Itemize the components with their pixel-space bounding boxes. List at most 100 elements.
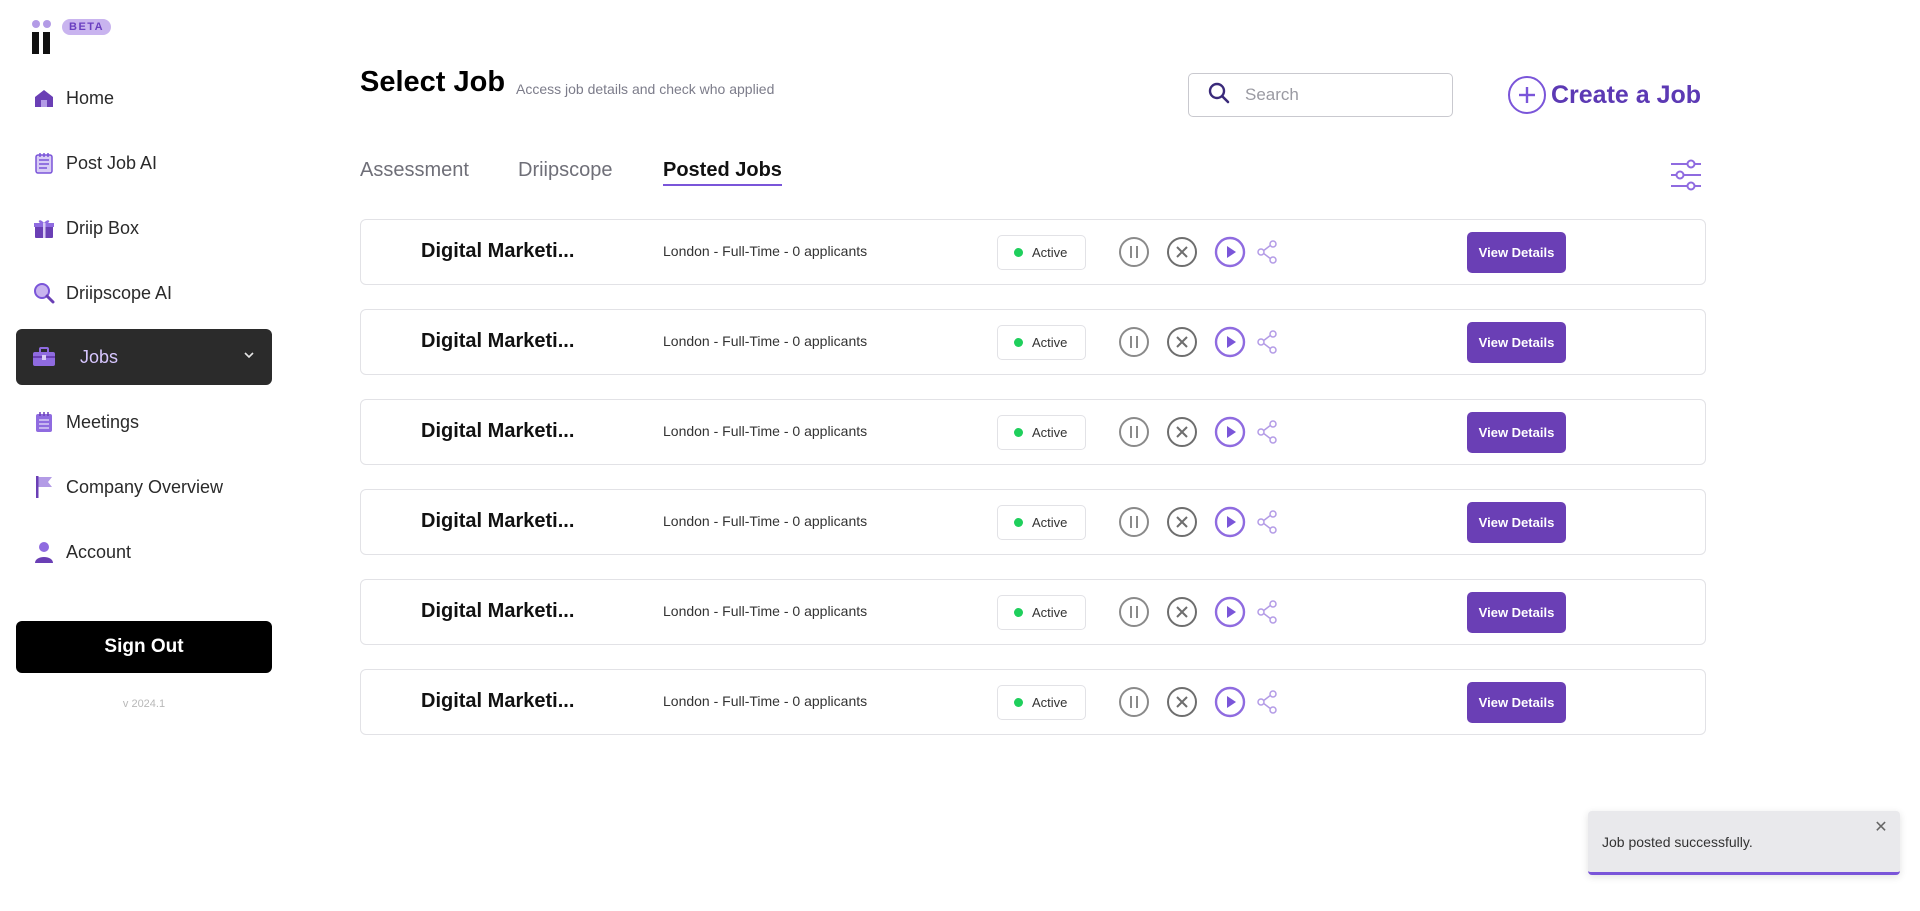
job-title[interactable]: Digital Marketi... — [421, 600, 574, 623]
sidebar-item-post-job-ai[interactable]: Post Job AI — [16, 135, 272, 191]
pause-icon[interactable] — [1117, 685, 1151, 719]
sidebar-item-company-overview[interactable]: Company Overview — [16, 459, 272, 515]
play-icon[interactable] — [1213, 685, 1247, 719]
pause-icon[interactable] — [1117, 235, 1151, 269]
cancel-circle-icon[interactable] — [1165, 505, 1199, 539]
job-row: Digital Marketi... London - Full-Time - … — [360, 579, 1706, 645]
view-details-button[interactable]: View Details — [1467, 232, 1566, 273]
job-list: Digital Marketi... London - Full-Time - … — [360, 219, 1706, 759]
status-badge: Active — [997, 685, 1086, 720]
job-title[interactable]: Digital Marketi... — [421, 330, 574, 353]
job-meta: London - Full-Time - 0 applicants — [663, 423, 868, 439]
job-title[interactable]: Digital Marketi... — [421, 690, 574, 713]
sidebar-item-label: Account — [66, 541, 132, 562]
close-icon[interactable]: ✕ — [1872, 817, 1890, 836]
play-icon[interactable] — [1213, 505, 1247, 539]
calendar-icon — [32, 410, 56, 434]
pause-icon[interactable] — [1117, 505, 1151, 539]
toast-notification: Job posted successfully. ✕ — [1588, 811, 1900, 875]
sidebar-item-label: Home — [66, 87, 115, 108]
create-job-label: Create a Job — [1551, 80, 1702, 109]
cancel-circle-icon[interactable] — [1165, 595, 1199, 629]
status-badge: Active — [997, 325, 1086, 360]
share-icon[interactable] — [1255, 235, 1279, 269]
logo-mark-icon — [32, 18, 56, 54]
cancel-circle-icon[interactable] — [1165, 685, 1199, 719]
status-dot-icon — [1014, 428, 1023, 437]
pause-icon[interactable] — [1117, 325, 1151, 359]
logo[interactable]: BETA — [32, 18, 112, 58]
notepad-icon — [32, 151, 56, 175]
cancel-circle-icon[interactable] — [1165, 325, 1199, 359]
status-dot-icon — [1014, 248, 1023, 257]
job-meta: London - Full-Time - 0 applicants — [663, 693, 868, 709]
view-details-button[interactable]: View Details — [1467, 682, 1566, 723]
search-icon — [1207, 81, 1231, 110]
job-row: Digital Marketi... London - Full-Time - … — [360, 669, 1706, 735]
filter-sliders-icon[interactable] — [1669, 158, 1703, 192]
status-label: Active — [1032, 425, 1068, 440]
play-icon[interactable] — [1213, 415, 1247, 449]
sidebar-item-label: Meetings — [66, 411, 140, 432]
share-icon[interactable] — [1255, 505, 1279, 539]
search-input[interactable] — [1245, 85, 1435, 105]
view-details-button[interactable]: View Details — [1467, 412, 1566, 453]
view-details-button[interactable]: View Details — [1467, 322, 1566, 363]
page-subtitle: Access job details and check who applied — [516, 81, 775, 97]
sidebar-item-meetings[interactable]: Meetings — [16, 394, 272, 450]
create-job-button[interactable]: Create a Job — [1508, 74, 1701, 116]
sidebar-item-driipscope-ai[interactable]: Driipscope AI — [16, 265, 272, 321]
toast-message: Job posted successfully. — [1602, 834, 1753, 850]
chevron-down-icon[interactable] — [244, 347, 254, 362]
flag-icon — [32, 475, 56, 499]
sidebar-item-account[interactable]: Account — [16, 524, 272, 580]
job-title[interactable]: Digital Marketi... — [421, 510, 574, 533]
sidebar-item-driip-box[interactable]: Driip Box — [16, 200, 272, 256]
share-icon[interactable] — [1255, 595, 1279, 629]
share-icon[interactable] — [1255, 415, 1279, 449]
sidebar-item-label: Company Overview — [66, 476, 224, 497]
sidebar-item-label: Jobs — [80, 346, 119, 367]
pause-icon[interactable] — [1117, 595, 1151, 629]
play-icon[interactable] — [1213, 235, 1247, 269]
tab-posted-jobs[interactable]: Posted Jobs — [663, 159, 782, 186]
cancel-circle-icon[interactable] — [1165, 235, 1199, 269]
page-title: Select Job — [360, 66, 506, 98]
job-title[interactable]: Digital Marketi... — [421, 240, 574, 263]
share-icon[interactable] — [1255, 685, 1279, 719]
briefcase-icon — [32, 345, 56, 369]
job-row: Digital Marketi... London - Full-Time - … — [360, 489, 1706, 555]
job-title[interactable]: Digital Marketi... — [421, 420, 574, 443]
status-badge: Active — [997, 595, 1086, 630]
status-badge: Active — [997, 505, 1086, 540]
sign-out-button[interactable]: Sign Out — [16, 621, 272, 673]
job-meta: London - Full-Time - 0 applicants — [663, 603, 868, 619]
status-dot-icon — [1014, 518, 1023, 527]
status-dot-icon — [1014, 608, 1023, 617]
play-icon[interactable] — [1213, 595, 1247, 629]
sidebar: BETA Home Post Job AI Driip Box Driipsco… — [0, 0, 290, 911]
status-label: Active — [1032, 335, 1068, 350]
cancel-circle-icon[interactable] — [1165, 415, 1199, 449]
view-details-button[interactable]: View Details — [1467, 592, 1566, 633]
status-dot-icon — [1014, 338, 1023, 347]
share-icon[interactable] — [1255, 325, 1279, 359]
status-badge: Active — [997, 235, 1086, 270]
job-row: Digital Marketi... London - Full-Time - … — [360, 309, 1706, 375]
search-box[interactable] — [1188, 73, 1453, 117]
tab-driipscope[interactable]: Driipscope — [518, 159, 612, 182]
sidebar-item-label: Driipscope AI — [66, 282, 173, 303]
status-label: Active — [1032, 515, 1068, 530]
job-meta: London - Full-Time - 0 applicants — [663, 243, 868, 259]
version-label: v 2024.1 — [122, 698, 166, 710]
sidebar-item-jobs[interactable]: Jobs — [16, 329, 272, 385]
beta-badge: BETA — [62, 19, 112, 35]
status-label: Active — [1032, 605, 1068, 620]
sidebar-item-home[interactable]: Home — [16, 70, 272, 126]
play-icon[interactable] — [1213, 325, 1247, 359]
user-icon — [32, 540, 56, 564]
pause-icon[interactable] — [1117, 415, 1151, 449]
home-icon — [32, 86, 56, 110]
tab-assessment[interactable]: Assessment — [360, 159, 469, 182]
view-details-button[interactable]: View Details — [1467, 502, 1566, 543]
